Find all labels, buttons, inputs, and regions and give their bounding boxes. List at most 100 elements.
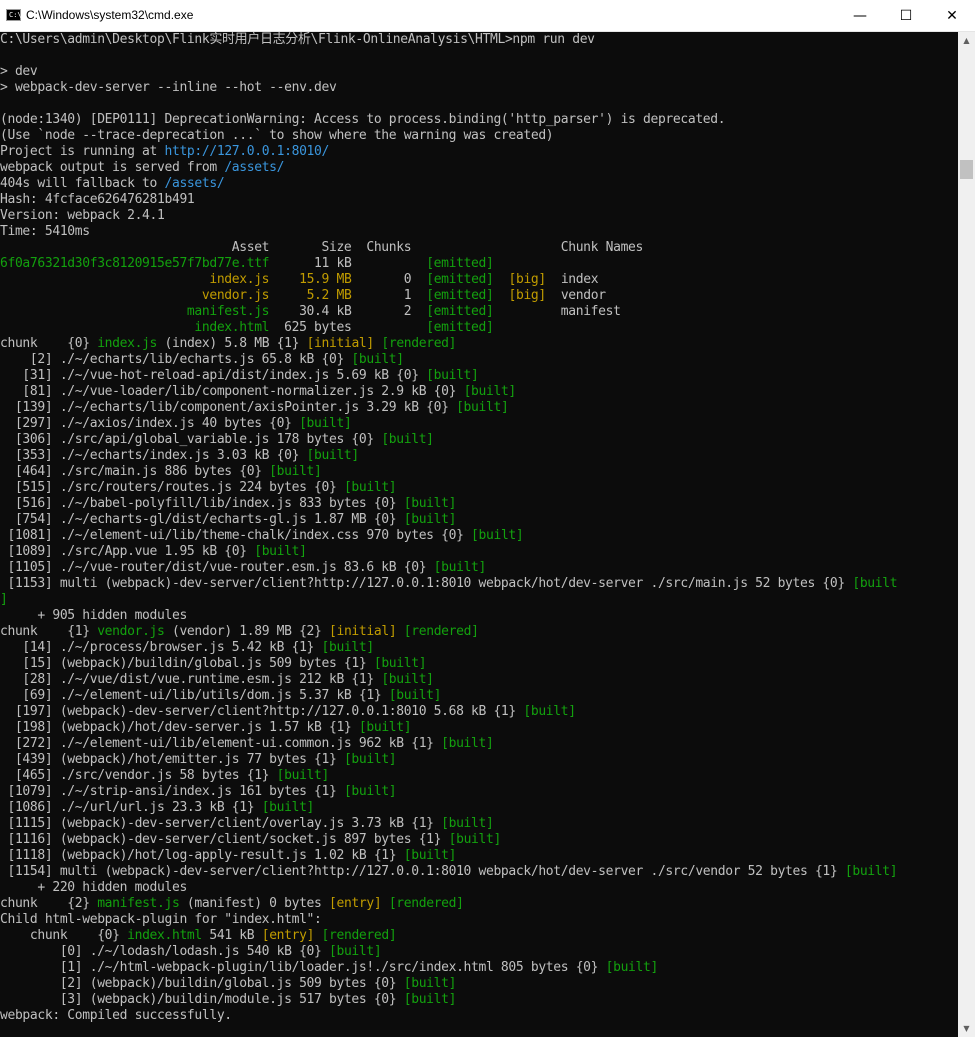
terminal-text: [built]	[441, 816, 494, 831]
terminal-line: [0] ./~/lodash/lodash.js 540 kB {0} [bui…	[0, 944, 382, 960]
close-button[interactable]: ✕	[929, 0, 975, 31]
terminal-text: [built]	[448, 832, 502, 847]
terminal-text: [built]	[463, 384, 517, 399]
terminal-text: [built]	[351, 352, 404, 367]
terminal-text: [built]	[403, 976, 457, 991]
terminal-text: 541 kB	[201, 928, 262, 943]
terminal-text: [entry]	[261, 928, 315, 943]
terminal-line: [516] ./~/babel-polyfill/lib/index.js 83…	[0, 496, 456, 512]
terminal-text: 1	[351, 288, 427, 303]
terminal-text: 625 bytes	[269, 320, 427, 335]
terminal-text: index	[545, 272, 599, 287]
terminal-line: chunk {2} manifest.js (manifest) 0 bytes…	[0, 896, 464, 912]
terminal-text: [rendered]	[388, 896, 464, 911]
terminal-text: + 220 hidden modules	[0, 880, 187, 895]
terminal-line: [3] (webpack)/buildin/module.js 517 byte…	[0, 992, 457, 1008]
terminal-line: [1086] ./~/url/url.js 23.3 kB {1} [built…	[0, 800, 314, 816]
terminal-text: [emitted]	[426, 272, 494, 287]
terminal-text: 30.4 kB 2	[269, 304, 427, 319]
title-bar[interactable]: C:\ C:\Windows\system32\cmd.exe — ☐ ✕	[0, 0, 975, 32]
terminal-line: 404s will fallback to /assets/	[0, 176, 225, 192]
terminal-text: [1081] ./~/element-ui/lib/theme-chalk/in…	[0, 528, 472, 543]
terminal-text: [built]	[403, 992, 457, 1007]
terminal-line: Child html-webpack-plugin for "index.htm…	[0, 912, 322, 928]
terminal-text: [rendered]	[381, 336, 457, 351]
terminal-text: [1154] multi (webpack)-dev-server/client…	[0, 864, 845, 879]
terminal-text: manifest.js	[97, 896, 180, 911]
terminal-text: (manifest) 0 bytes	[179, 896, 329, 911]
terminal-text: [198] (webpack)/hot/dev-server.js 1.57 k…	[0, 720, 359, 735]
terminal-text: [built]	[343, 784, 397, 799]
terminal-text: [306] ./src/api/global_variable.js 178 b…	[0, 432, 382, 447]
terminal-text: [3] (webpack)/buildin/module.js 517 byte…	[0, 992, 404, 1007]
terminal-text: [built]	[358, 720, 412, 735]
terminal-text: [built]	[433, 560, 487, 575]
terminal-line: + 905 hidden modules	[0, 608, 187, 624]
terminal-text: [rendered]	[321, 928, 397, 943]
scroll-up-arrow-icon[interactable]: ▲	[958, 32, 975, 49]
terminal-line: [2] ./~/echarts/lib/echarts.js 65.8 kB {…	[0, 352, 404, 368]
terminal-text: Asset Size Chunks Chunk Names	[0, 240, 644, 255]
window-title: C:\Windows\system32\cmd.exe	[26, 8, 194, 22]
terminal-text: [272] ./~/element-ui/lib/element-ui.comm…	[0, 736, 442, 751]
terminal-text: C:\Users\admin\Desktop\Flink实时用户日志分析\Fli…	[0, 32, 595, 47]
terminal-line: [69] ./~/element-ui/lib/utils/dom.js 5.3…	[0, 688, 441, 704]
terminal-text: [built]	[388, 688, 442, 703]
terminal-text: vendor.js	[97, 624, 165, 639]
terminal-line: [139] ./~/echarts/lib/component/axisPoin…	[0, 400, 509, 416]
terminal-line: Asset Size Chunks Chunk Names	[0, 240, 644, 256]
terminal-text: [197] (webpack)-dev-server/client?http:/…	[0, 704, 524, 719]
terminal-line: Version: webpack 2.4.1	[0, 208, 165, 224]
terminal-line: [2] (webpack)/buildin/global.js 509 byte…	[0, 976, 457, 992]
terminal-text: [built]	[306, 448, 360, 463]
minimize-button[interactable]: —	[837, 0, 883, 31]
vertical-scrollbar[interactable]: ▲ ▼	[958, 32, 975, 1037]
terminal-text: [516] ./~/babel-polyfill/lib/index.js 83…	[0, 496, 404, 511]
terminal-line: C:\Users\admin\Desktop\Flink实时用户日志分析\Fli…	[0, 32, 595, 48]
terminal-text: [built]	[276, 768, 330, 783]
terminal-text: [built]	[426, 368, 479, 383]
terminal-text: [439] (webpack)/hot/emitter.js 77 bytes …	[0, 752, 344, 767]
terminal-text: [emitted]	[426, 256, 494, 271]
terminal-text: Hash: 4fcface626476281b491	[0, 192, 195, 207]
terminal-text: [initial]	[329, 624, 397, 639]
terminal-text: [1118] (webpack)/hot/log-apply-result.js…	[0, 848, 404, 863]
scroll-down-arrow-icon[interactable]: ▼	[958, 1020, 975, 1037]
terminal-line: [15] (webpack)/buildin/global.js 509 byt…	[0, 656, 426, 672]
terminal-line: [1079] ./~/strip-ansi/index.js 161 bytes…	[0, 784, 396, 800]
terminal-text: index.js	[0, 272, 270, 287]
terminal-text: [built]	[373, 656, 427, 671]
terminal-text: [big]	[508, 272, 546, 287]
terminal-line: [14] ./~/process/browser.js 5.42 kB {1} …	[0, 640, 374, 656]
maximize-button[interactable]: ☐	[883, 0, 929, 31]
terminal-line: [272] ./~/element-ui/lib/element-ui.comm…	[0, 736, 494, 752]
terminal-text: [built]	[328, 944, 382, 959]
terminal-text: [464] ./src/main.js 886 bytes {0}	[0, 464, 270, 479]
terminal-line: [1118] (webpack)/hot/log-apply-result.js…	[0, 848, 456, 864]
terminal-text: [465] ./src/vendor.js 58 bytes {1}	[0, 768, 277, 783]
terminal-line: > dev	[0, 64, 38, 80]
terminal-output[interactable]: C:\Users\admin\Desktop\Flink实时用户日志分析\Fli…	[0, 32, 958, 1037]
terminal-text: [1] ./~/html-webpack-plugin/lib/loader.j…	[0, 960, 606, 975]
terminal-text: vendor.js	[0, 288, 270, 303]
terminal-line: webpack output is served from /assets/	[0, 160, 284, 176]
terminal-text: 11 kB	[269, 256, 427, 271]
terminal-text: ]	[0, 592, 8, 607]
terminal-text: [built]	[381, 432, 434, 447]
terminal-text: [297] ./~/axios/index.js 40 bytes {0}	[0, 416, 300, 431]
terminal-text: index.html	[127, 928, 202, 943]
cmd-icon[interactable]: C:\	[6, 9, 22, 21]
scrollbar-thumb[interactable]	[960, 160, 973, 179]
terminal-text: > dev	[0, 64, 38, 79]
terminal-line: [439] (webpack)/hot/emitter.js 77 bytes …	[0, 752, 397, 768]
terminal-text: [initial]	[306, 336, 375, 351]
terminal-text: [14] ./~/process/browser.js 5.42 kB {1}	[0, 640, 322, 655]
terminal-text: [built]	[471, 528, 524, 543]
terminal-line: [31] ./~/vue-hot-reload-api/dist/index.j…	[0, 368, 479, 384]
terminal-text: [0] ./~/lodash/lodash.js 540 kB {0}	[0, 944, 329, 959]
terminal-line: [353] ./~/echarts/index.js 3.03 kB {0} […	[0, 448, 359, 464]
terminal-text: [1116] (webpack)-dev-server/client/socke…	[0, 832, 449, 847]
